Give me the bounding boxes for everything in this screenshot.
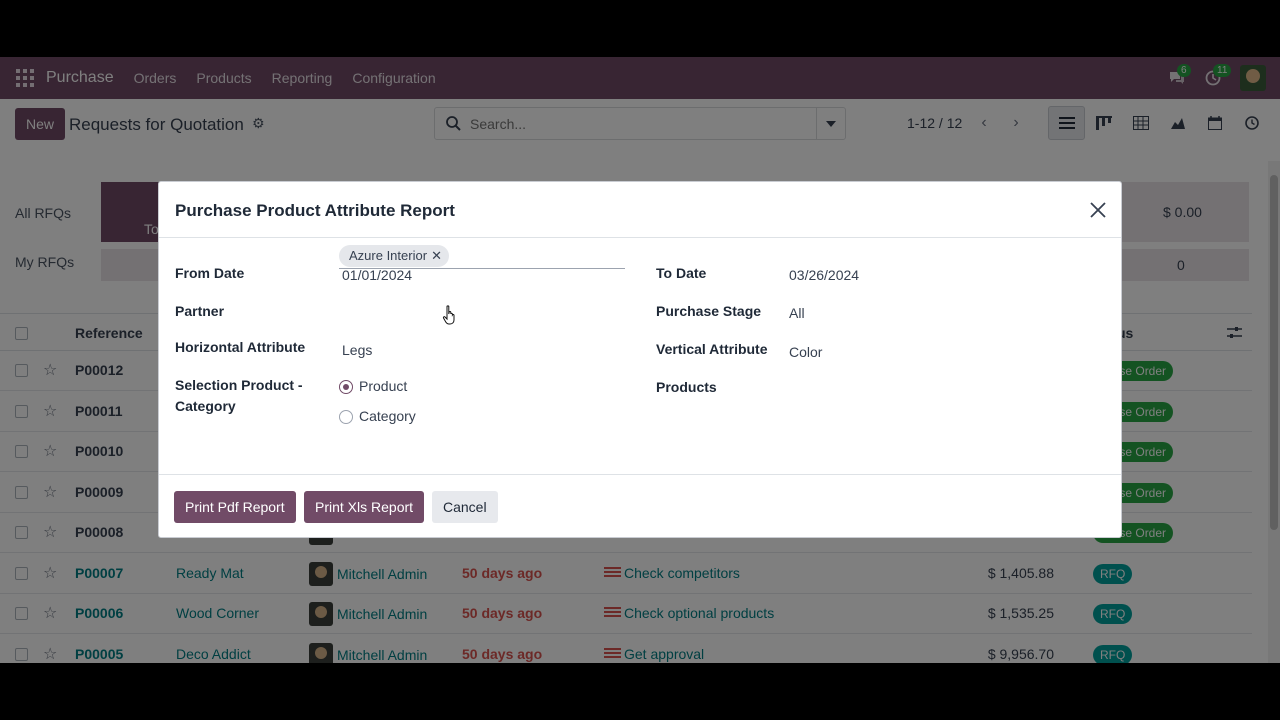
- horizontal-attribute-label: Horizontal Attribute: [175, 339, 306, 355]
- partner-tag: Azure Interior ✕: [339, 245, 450, 267]
- to-date-field[interactable]: 03/26/2024: [789, 267, 859, 283]
- category-radio-label[interactable]: Category: [359, 408, 416, 424]
- print-xls-button[interactable]: Print Xls Report: [304, 491, 425, 523]
- screen: Purchase Orders Products Reporting Confi…: [0, 57, 1280, 663]
- dialog-header: Purchase Product Attribute Report: [159, 182, 1121, 238]
- purchase-stage-field[interactable]: All: [789, 305, 805, 321]
- products-input[interactable]: [789, 379, 1089, 399]
- print-pdf-button[interactable]: Print Pdf Report: [174, 491, 296, 523]
- category-radio[interactable]: [339, 410, 353, 424]
- products-label: Products: [656, 379, 717, 395]
- to-date-label: To Date: [656, 265, 707, 281]
- dialog-title: Purchase Product Attribute Report: [175, 201, 455, 220]
- tag-remove-icon[interactable]: ✕: [431, 245, 442, 267]
- from-date-field[interactable]: 01/01/2024: [342, 267, 412, 283]
- partner-tag-label: Azure Interior: [349, 248, 428, 263]
- selection-label-line1: Selection Product -: [175, 377, 303, 393]
- product-radio[interactable]: [339, 380, 353, 394]
- horizontal-attribute-field[interactable]: Legs: [342, 342, 372, 358]
- partner-label: Partner: [175, 303, 225, 319]
- dialog-body: From Date 01/01/2024 To Date 03/26/2024 …: [159, 239, 1121, 474]
- vertical-attribute-field[interactable]: Color: [789, 344, 822, 360]
- partner-input[interactable]: [339, 268, 625, 269]
- selection-label-line2: Category: [175, 398, 236, 414]
- hand-cursor-icon: [442, 305, 455, 325]
- product-radio-label[interactable]: Product: [359, 378, 407, 394]
- vertical-attribute-label: Vertical Attribute: [656, 341, 768, 357]
- attribute-report-dialog: Purchase Product Attribute Report From D…: [158, 181, 1122, 538]
- from-date-label: From Date: [175, 265, 245, 281]
- cancel-button[interactable]: Cancel: [432, 491, 498, 523]
- close-icon[interactable]: [1087, 199, 1109, 221]
- purchase-stage-label: Purchase Stage: [656, 303, 762, 319]
- dialog-footer: Print Pdf Report Print Xls Report Cancel: [159, 474, 1121, 538]
